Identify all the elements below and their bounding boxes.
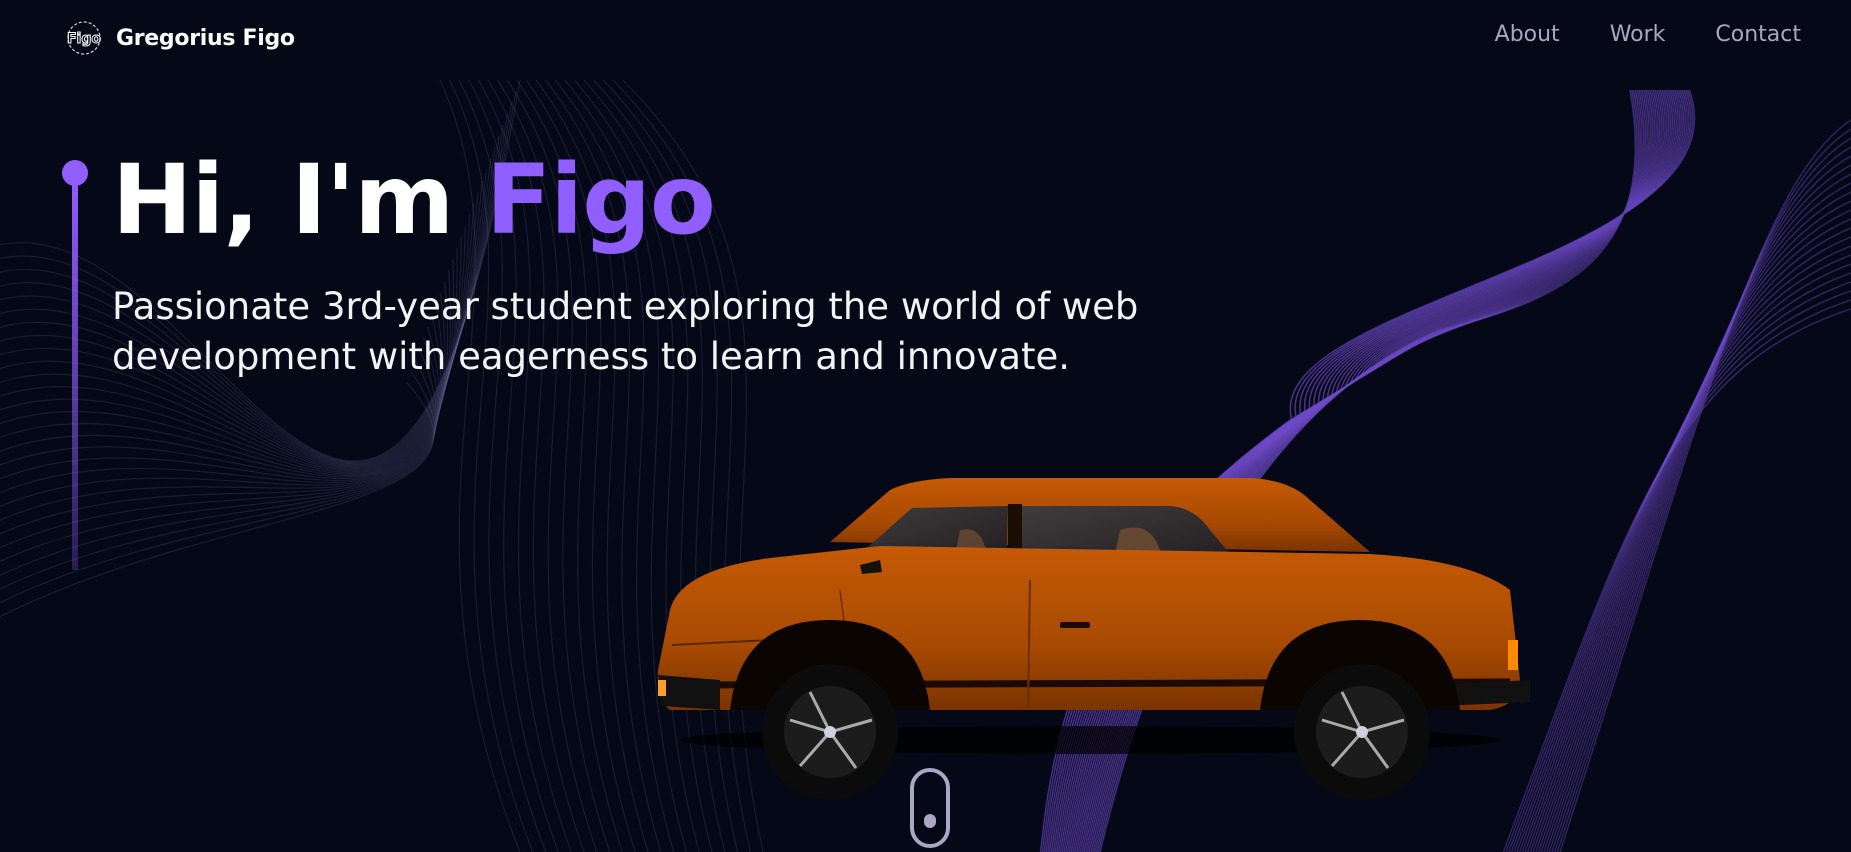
scroll-dot — [924, 814, 936, 828]
hero-subtitle: Passionate 3rd-year student exploring th… — [112, 285, 1139, 379]
hero-title: Hi, I'm Figo — [112, 149, 716, 252]
svg-text:Figo: Figo — [67, 31, 101, 47]
hero-title-name: Figo — [485, 144, 716, 256]
page: Figo Gregorius Figo About Work Contact H… — [0, 0, 1851, 852]
nav-link-work[interactable]: Work — [1610, 22, 1666, 47]
brand-home-link[interactable]: Figo Gregorius Figo — [64, 20, 295, 56]
nav-link-contact[interactable]: Contact — [1715, 22, 1801, 47]
top-navbar: Figo Gregorius Figo About Work Contact — [0, 0, 1851, 76]
hero-accent-rail — [62, 160, 88, 570]
nav-links: About Work Contact — [1495, 22, 1801, 47]
rear-wheel — [1294, 664, 1430, 800]
hero-title-prefix: Hi, I'm — [112, 144, 486, 256]
rail-line — [72, 180, 78, 570]
front-wheel — [762, 664, 898, 800]
brand-name: Gregorius Figo — [116, 25, 295, 51]
nav-link-about[interactable]: About — [1495, 22, 1560, 47]
mouse-scroll-icon[interactable] — [910, 768, 950, 848]
figo-monogram-logo-icon: Figo — [66, 21, 102, 55]
car-3d-model[interactable] — [650, 470, 1540, 815]
